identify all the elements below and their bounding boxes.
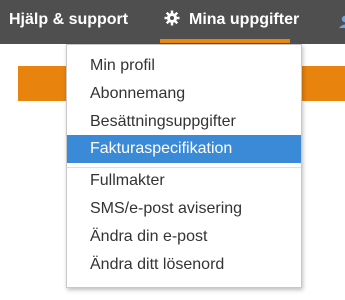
menu-item-fullmakter[interactable]: Fullmakter	[67, 167, 301, 195]
nav-help-support[interactable]: Hjälp & support	[9, 0, 128, 44]
my-tasks-dropdown-menu: Min profil Abonnemang Besättningsuppgift…	[66, 44, 302, 288]
gear-icon	[164, 10, 180, 26]
nav-my-tasks[interactable]: Mina uppgifter	[164, 0, 299, 44]
menu-item-andra-din-epost[interactable]: Ändra din e-post	[67, 223, 301, 251]
menu-item-besattningsuppgifter[interactable]: Besättningsuppgifter	[67, 108, 301, 136]
nav-my-tasks-label: Mina uppgifter	[189, 11, 300, 28]
menu-item-sms-epost-avisering[interactable]: SMS/e-post avisering	[67, 195, 301, 223]
menu-item-min-profil[interactable]: Min profil	[67, 52, 301, 80]
menu-item-abonnemang[interactable]: Abonnemang	[67, 80, 301, 108]
menu-item-fakturaspecifikation[interactable]: Fakturaspecifikation	[67, 135, 301, 163]
active-nav-underline	[160, 39, 290, 43]
menu-item-andra-ditt-losenord[interactable]: Ändra ditt lösenord	[67, 251, 301, 279]
top-navigation-bar: Hjälp & support Mina uppgifter	[0, 0, 345, 44]
user-icon[interactable]	[337, 14, 345, 28]
